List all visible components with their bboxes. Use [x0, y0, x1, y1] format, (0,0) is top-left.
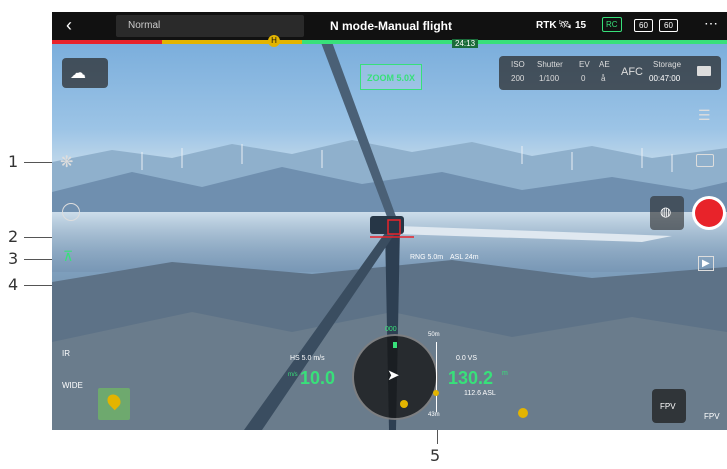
callout-4: 4: [8, 275, 19, 294]
altitude-unit: m: [502, 370, 508, 377]
battery-1: 60: [634, 19, 653, 32]
hs-label: HS 5.0 m/s: [290, 355, 325, 362]
callout-2: 2: [8, 227, 19, 246]
camera-view[interactable]: ‹ Normal N mode-Manual flight RTK 🛰 15 R…: [52, 12, 727, 430]
altitude-marker: [433, 390, 439, 396]
home-marker-icon: H: [268, 35, 280, 47]
zoom-indicator: ZOOM 5.0X: [360, 64, 423, 90]
settings-sliders-icon[interactable]: ☰: [698, 107, 711, 124]
altitude-scale-bottom: 43m: [428, 412, 440, 418]
rc-badge: RC: [602, 17, 622, 32]
ae-value: å: [601, 74, 606, 83]
timer: 24:13: [452, 39, 479, 48]
map-pin-icon: [104, 391, 124, 411]
fpv-bottom-label[interactable]: FPV: [704, 412, 720, 421]
focus-mode: AFC: [621, 66, 643, 78]
shutter-label: Shutter: [537, 60, 563, 69]
speed-value: 10.0: [300, 368, 336, 388]
flight-mode-text: Normal: [128, 20, 161, 31]
playback-icon[interactable]: ▶: [698, 256, 714, 271]
record-dot: [695, 199, 723, 227]
storage-label: Storage: [653, 60, 682, 69]
zoom-text: ZOOM 5.0X: [367, 73, 416, 83]
storage-value: 00:47:00: [649, 74, 681, 83]
signal-seg-red: [52, 40, 162, 44]
home-point-icon: [400, 400, 408, 408]
battery-2: 60: [659, 19, 678, 32]
home-marker-bottom-icon: [518, 408, 528, 418]
satellite-count: 15: [575, 20, 587, 31]
sun-icon[interactable]: ❋: [60, 152, 73, 172]
vs-label: 0.0 VS: [456, 355, 478, 362]
compass-north-marker: [393, 342, 397, 348]
compass-widget: 000 ➤: [352, 326, 438, 420]
altitude-value: 130.2: [448, 368, 494, 388]
more-horizontal-icon[interactable]: ⋯: [704, 15, 718, 32]
callout-5: 5: [430, 446, 441, 465]
ev-value: 0: [581, 74, 586, 83]
shutter-value: 1/100: [539, 74, 560, 83]
asl-reading: 112.6 ASL: [464, 390, 496, 397]
lens-switch-icon: ◍: [660, 204, 672, 219]
map-thumbnail[interactable]: [98, 388, 130, 420]
compass-heading: 000: [385, 326, 397, 333]
altitude-scale-top: 50m: [428, 332, 440, 338]
altitude-scale-line: [436, 342, 437, 412]
camera-params-panel[interactable]: ISO 200 Shutter 1/100 EV 0 AE å AFC Stor…: [499, 56, 721, 90]
flight-mode-box[interactable]: Normal: [116, 15, 304, 37]
cloud-icon: ☁: [70, 65, 86, 82]
iso-value: 200: [511, 74, 525, 83]
callout-1: 1: [8, 152, 19, 171]
gimbal-center-icon[interactable]: [62, 203, 80, 221]
wide-label[interactable]: WIDE: [62, 381, 83, 390]
signal-timeline-bar: H 24:13: [52, 35, 727, 48]
fpv-label: FPV: [660, 402, 676, 411]
lens-switch-button[interactable]: ◍: [650, 196, 684, 230]
ev-label: EV: [579, 60, 590, 69]
iso-label: ISO: [511, 60, 525, 69]
weather-widget[interactable]: ☁: [62, 58, 108, 88]
asl-label: ASL 24m: [450, 254, 479, 261]
ae-label: AE: [599, 60, 610, 69]
top-bar: ‹ Normal N mode-Manual flight RTK 🛰 15 R…: [52, 12, 727, 40]
fpv-button[interactable]: FPV: [652, 389, 686, 423]
record-button[interactable]: [692, 196, 726, 230]
distance-label: RNG 5.0m: [410, 254, 444, 261]
callout-3: 3: [8, 249, 19, 268]
aircraft-icon: ➤: [387, 367, 400, 384]
video-camera-icon[interactable]: [696, 154, 714, 167]
return-home-icon[interactable]: ⊼: [63, 248, 73, 265]
rtk-label: RTK: [536, 20, 557, 31]
signal-seg-green: [302, 40, 727, 44]
satellite-icon: 🛰: [558, 19, 572, 31]
speed-unit: m/s: [288, 372, 298, 378]
sd-card-icon: [697, 66, 711, 76]
chevron-left-icon[interactable]: ‹: [66, 15, 72, 36]
flight-status-title: N mode-Manual flight: [330, 19, 452, 33]
signal-seg-yellow: [162, 40, 302, 44]
ir-label[interactable]: IR: [62, 349, 70, 358]
